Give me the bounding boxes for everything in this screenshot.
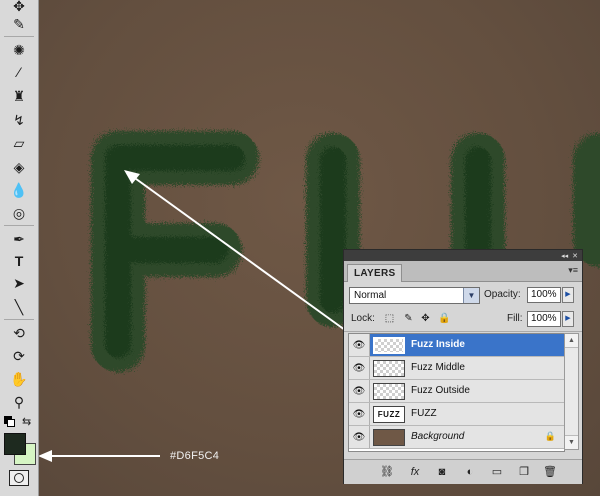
adjustment-layer-icon[interactable]: ◐ (462, 464, 478, 480)
blur-icon[interactable]: 💧 (8, 180, 30, 200)
eyedropper-icon[interactable]: ✎ (8, 14, 30, 34)
new-layer-icon[interactable]: ❐ (516, 464, 532, 480)
pen-icon[interactable]: ✒ (8, 229, 30, 249)
panel-tab-row: LAYERS ▾≡ (344, 261, 582, 282)
history-brush-icon[interactable]: ↯ (8, 110, 30, 130)
lock-all-icon[interactable]: 🔒 (438, 313, 450, 324)
layer-row-fuzz-middle[interactable]: 👁 Fuzz Middle (349, 357, 564, 380)
lock-row: Lock: ⬚ ✎ ✥ 🔒 Fill: 100% ▶ (344, 307, 582, 332)
lock-position-icon[interactable]: ✥ (420, 313, 431, 324)
blend-mode-select[interactable]: Normal ▼ (349, 287, 480, 304)
layer-name: Fuzz Middle (411, 362, 465, 373)
dodge-icon[interactable]: ◎ (8, 203, 30, 223)
tool-separator (4, 36, 34, 37)
fill-label: Fill: (507, 313, 523, 324)
layer-name: Fuzz Inside (411, 339, 465, 350)
layer-lock-icon: 🔒 (544, 431, 556, 441)
layers-bottom-toolbar: ⛓ fx ◙ ◐ ▭ ❐ 🗑 (344, 459, 582, 484)
visibility-eye-icon[interactable]: 👁 (349, 357, 370, 379)
delete-layer-icon[interactable]: 🗑 (542, 464, 558, 480)
hand-icon[interactable]: ✋ (8, 369, 30, 389)
lock-image-icon[interactable]: ✎ (403, 313, 414, 324)
path-selection-icon[interactable]: ➤ (8, 273, 30, 293)
layers-list: 👁 Fuzz Inside 👁 Fuzz Middle 👁 Fuzz Outsi… (348, 333, 565, 452)
blend-mode-value: Normal (354, 290, 387, 301)
link-layers-icon[interactable]: ⛓ (379, 464, 395, 480)
tab-layers[interactable]: LAYERS (347, 264, 403, 282)
layer-row-fuzz-inside[interactable]: 👁 Fuzz Inside (349, 334, 564, 357)
layers-scrollbar[interactable]: ▲ ▼ (564, 333, 579, 450)
layer-thumbnail (373, 383, 405, 400)
lock-label: Lock: (351, 313, 375, 324)
tools-panel: ✥ ✎ ✺ ⁄ ♜ ↯ ▱ ◈ 💧 ◎ ✒ T ➤ ╲ ⟲ ⟳ ✋ ⚲ ⇆ (0, 0, 39, 496)
opacity-slider-button[interactable]: ▶ (562, 287, 574, 303)
collapse-icon[interactable]: ◂◂ (561, 252, 568, 260)
foreground-color-swatch[interactable] (4, 433, 26, 455)
type-icon[interactable]: T (8, 251, 30, 271)
quick-mask-icon (14, 473, 24, 483)
layer-name: FUZZ (411, 408, 437, 419)
opacity-label: Opacity: (484, 289, 521, 300)
layer-row-fuzz-text[interactable]: 👁 FUZZ FUZZ (349, 403, 564, 426)
layer-name: Background (411, 431, 465, 442)
visibility-eye-icon[interactable]: 👁 (349, 380, 370, 402)
clone-stamp-icon[interactable]: ♜ (8, 86, 30, 106)
layer-thumbnail (373, 429, 405, 446)
3d-rotate-icon[interactable]: ⟲ (8, 323, 30, 343)
layer-name: Fuzz Outside (411, 385, 470, 396)
layer-row-background[interactable]: 👁 Background 🔒 (349, 426, 564, 449)
layer-row-fuzz-outside[interactable]: 👁 Fuzz Outside (349, 380, 564, 403)
annotation-arrows (38, 170, 346, 462)
scroll-up-icon[interactable]: ▲ (565, 334, 578, 348)
tool-separator (4, 225, 34, 226)
tool-separator (4, 319, 34, 320)
new-group-icon[interactable]: ▭ (489, 464, 505, 480)
close-icon[interactable]: ✕ (572, 252, 578, 260)
panel-menu-icon[interactable]: ▾≡ (568, 265, 578, 276)
fill-slider-button[interactable]: ▶ (562, 311, 574, 327)
layer-style-icon[interactable]: fx (407, 464, 423, 480)
blend-row: Normal ▼ Opacity: 100% ▶ (344, 282, 582, 307)
visibility-eye-icon[interactable]: 👁 (349, 403, 370, 425)
3d-orbit-icon[interactable]: ⟳ (8, 346, 30, 366)
layer-thumbnail (373, 360, 405, 377)
chevron-down-icon[interactable]: ▼ (463, 288, 479, 303)
layer-thumbnail (373, 337, 405, 354)
line-icon[interactable]: ╲ (8, 297, 30, 317)
opacity-field[interactable]: 100% (527, 287, 561, 303)
visibility-eye-icon[interactable]: 👁 (349, 426, 370, 448)
layers-panel: ◂◂ ✕ LAYERS ▾≡ Normal ▼ Opacity: 100% ▶ … (343, 249, 583, 484)
fill-field[interactable]: 100% (527, 311, 561, 327)
spot-healing-icon[interactable]: ✺ (8, 40, 30, 60)
quick-mask-button[interactable] (9, 470, 29, 486)
add-mask-icon[interactable]: ◙ (434, 464, 450, 480)
zoom-icon[interactable]: ⚲ (8, 392, 30, 412)
panel-titlebar: ◂◂ ✕ (344, 250, 582, 261)
scroll-down-icon[interactable]: ▼ (565, 435, 578, 449)
lock-transparent-icon[interactable]: ⬚ (384, 313, 395, 324)
layer-thumbnail: FUZZ (373, 406, 405, 423)
swap-colors-icon[interactable]: ⇆ (22, 415, 31, 428)
brush-icon[interactable]: ⁄ (8, 62, 30, 82)
eraser-icon[interactable]: ▱ (8, 133, 30, 153)
default-colors-icon[interactable] (4, 416, 15, 427)
paint-bucket-icon[interactable]: ◈ (8, 157, 30, 177)
color-hex-label: #D6F5C4 (170, 450, 220, 462)
visibility-eye-icon[interactable]: 👁 (349, 334, 370, 356)
